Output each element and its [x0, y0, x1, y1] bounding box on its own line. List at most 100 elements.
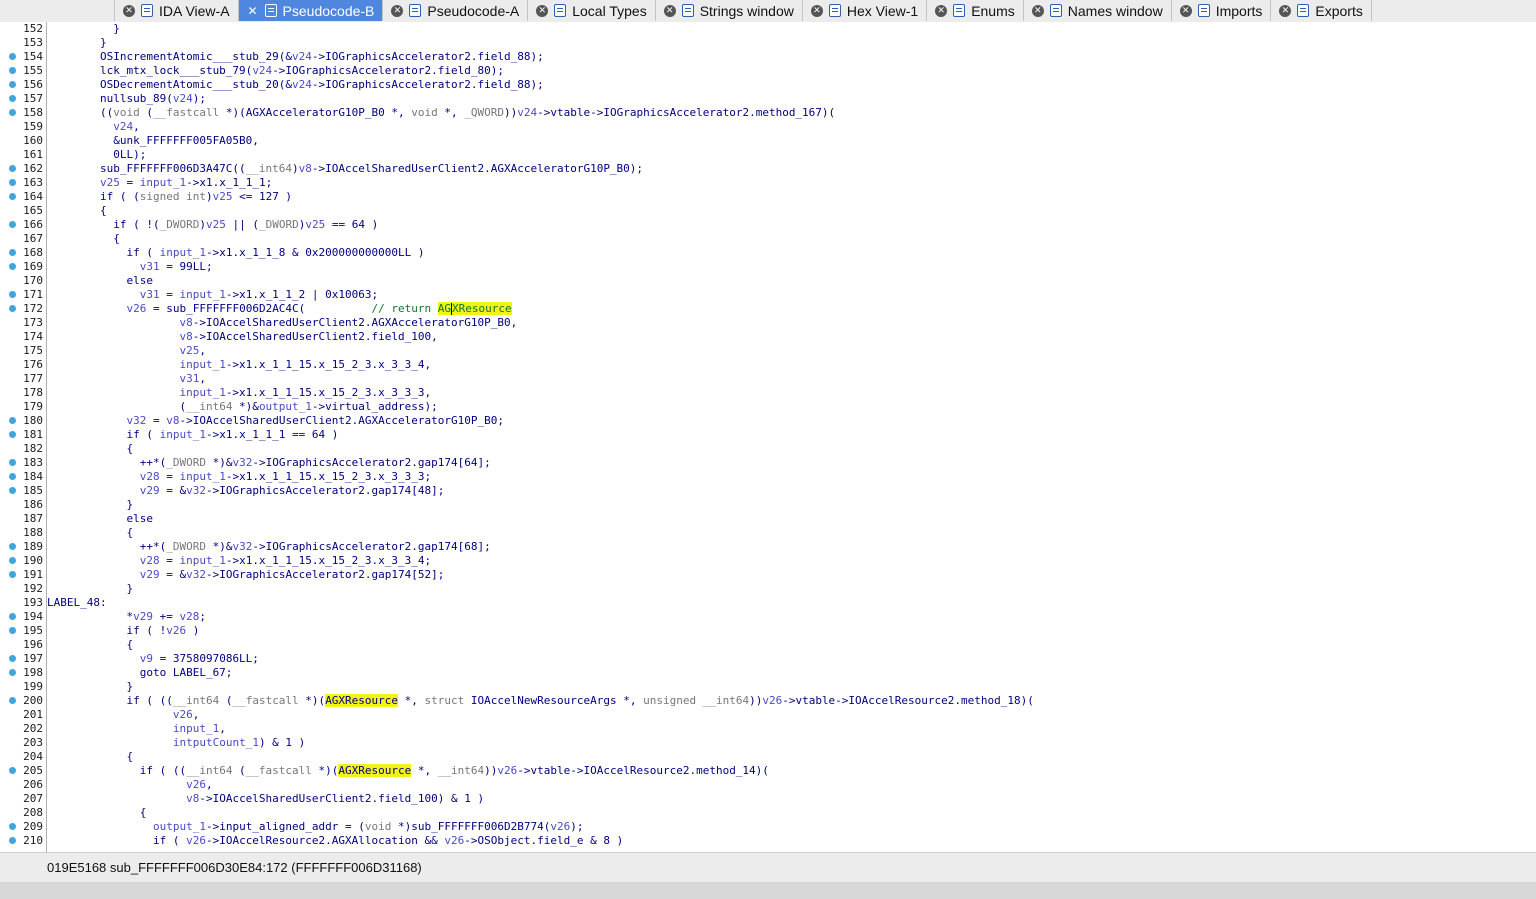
code-text[interactable]: output_1->input_aligned_addr = (void *)s…: [47, 820, 584, 834]
tab-names-window[interactable]: ✕ Names window: [1022, 0, 1171, 21]
code-line[interactable]: 198 goto LABEL_67;: [0, 666, 1536, 680]
code-text[interactable]: OSDecrementAtomic___stub_20(&v24->IOGrap…: [47, 78, 544, 92]
code-text[interactable]: 0LL);: [47, 148, 146, 162]
code-text[interactable]: {: [47, 204, 107, 218]
code-text[interactable]: if ( !v26 ): [47, 624, 199, 638]
code-text[interactable]: v8->IOAccelSharedUserClient2.AGXAccelera…: [47, 316, 517, 330]
code-text[interactable]: ++*(_DWORD *)&v32->IOGraphicsAccelerator…: [47, 456, 491, 470]
code-text[interactable]: v31 = input_1->x1.x_1_1_2 | 0x10063;: [47, 288, 378, 302]
code-text[interactable]: v32 = v8->IOAccelSharedUserClient2.AGXAc…: [47, 414, 504, 428]
code-text[interactable]: if ( v26->IOAccelResource2.AGXAllocation…: [47, 834, 623, 848]
code-line[interactable]: 204 {: [0, 750, 1536, 764]
code-text[interactable]: if ( ((__int64 (__fastcall *)(AGXResourc…: [47, 764, 769, 778]
tab-pseudocode-b[interactable]: ✕ Pseudocode-B: [237, 0, 383, 21]
close-icon[interactable]: ✕: [1179, 4, 1192, 17]
code-text[interactable]: sub_FFFFFFF006D3A47C((__int64)v8->IOAcce…: [47, 162, 643, 176]
code-text[interactable]: v28 = input_1->x1.x_1_1_15.x_15_2_3.x_3_…: [47, 470, 431, 484]
code-line[interactable]: 196 {: [0, 638, 1536, 652]
code-text[interactable]: }: [47, 22, 120, 36]
code-line[interactable]: 200 if ( ((__int64 (__fastcall *)(AGXRes…: [0, 694, 1536, 708]
code-line[interactable]: 202 input_1,: [0, 722, 1536, 736]
close-icon[interactable]: ✕: [123, 4, 135, 17]
code-line[interactable]: 176 input_1->x1.x_1_1_15.x_15_2_3.x_3_3_…: [0, 358, 1536, 372]
code-text[interactable]: {: [47, 442, 133, 456]
code-text[interactable]: (__int64 *)&output_1->virtual_address);: [47, 400, 437, 414]
code-text[interactable]: v28 = input_1->x1.x_1_1_15.x_15_2_3.x_3_…: [47, 554, 431, 568]
code-text[interactable]: ++*(_DWORD *)&v32->IOGraphicsAccelerator…: [47, 540, 491, 554]
code-text[interactable]: goto LABEL_67;: [47, 666, 233, 680]
tab-local-types[interactable]: ✕ Local Types: [527, 0, 655, 21]
code-line[interactable]: 157 nullsub_89(v24);: [0, 92, 1536, 106]
code-line[interactable]: 163 v25 = input_1->x1.x_1_1_1;: [0, 176, 1536, 190]
code-line[interactable]: 160 &unk_FFFFFFF005FA05B0,: [0, 134, 1536, 148]
code-line[interactable]: 177 v31,: [0, 372, 1536, 386]
code-text[interactable]: v25 = input_1->x1.x_1_1_1;: [47, 176, 272, 190]
code-line[interactable]: 195 if ( !v26 ): [0, 624, 1536, 638]
code-line[interactable]: 193 LABEL_48:: [0, 596, 1536, 610]
code-text[interactable]: v26 = sub_FFFFFFF006D2AC4C( // return AG…: [47, 302, 512, 316]
code-line[interactable]: 188 {: [0, 526, 1536, 540]
code-line[interactable]: 207 v8->IOAccelSharedUserClient2.field_1…: [0, 792, 1536, 806]
code-text[interactable]: v26,: [47, 708, 200, 722]
code-text[interactable]: v9 = 3758097086LL;: [47, 652, 259, 666]
code-line[interactable]: 166 if ( !(_DWORD)v25 || (_DWORD)v25 == …: [0, 218, 1536, 232]
close-icon[interactable]: ✕: [536, 4, 549, 17]
code-line[interactable]: 209 output_1->input_aligned_addr = (void…: [0, 820, 1536, 834]
close-icon[interactable]: ✕: [1031, 4, 1044, 17]
code-line[interactable]: 208 {: [0, 806, 1536, 820]
code-line[interactable]: 171 v31 = input_1->x1.x_1_1_2 | 0x10063;: [0, 288, 1536, 302]
code-line[interactable]: 167 {: [0, 232, 1536, 246]
code-text[interactable]: }: [47, 36, 107, 50]
code-line[interactable]: 182 {: [0, 442, 1536, 456]
code-line[interactable]: 153 }: [0, 36, 1536, 50]
code-text[interactable]: {: [47, 638, 133, 652]
close-icon[interactable]: ✕: [1279, 4, 1292, 17]
code-text[interactable]: v31,: [47, 372, 206, 386]
code-line[interactable]: 169 v31 = 99LL;: [0, 260, 1536, 274]
tab-hex-view-1[interactable]: ✕ Hex View-1: [801, 0, 927, 21]
tab-strings-window[interactable]: ✕ Strings window: [654, 0, 802, 21]
tab-enums[interactable]: ✕ Enums: [926, 0, 1023, 21]
close-icon[interactable]: ✕: [810, 4, 823, 17]
tab-exports[interactable]: ✕ Exports: [1270, 0, 1372, 21]
code-text[interactable]: OSIncrementAtomic___stub_29(&v24->IOGrap…: [47, 50, 544, 64]
code-line[interactable]: 205 if ( ((__int64 (__fastcall *)(AGXRes…: [0, 764, 1536, 778]
code-line[interactable]: 194 *v29 += v28;: [0, 610, 1536, 624]
code-line[interactable]: 199 }: [0, 680, 1536, 694]
code-line[interactable]: 187 else: [0, 512, 1536, 526]
code-text[interactable]: intputCount_1) & 1 ): [47, 736, 305, 750]
code-text[interactable]: {: [47, 750, 133, 764]
close-icon[interactable]: ✕: [247, 5, 259, 17]
code-line[interactable]: 173 v8->IOAccelSharedUserClient2.AGXAcce…: [0, 316, 1536, 330]
code-text[interactable]: input_1->x1.x_1_1_15.x_15_2_3.x_3_3_3,: [47, 386, 431, 400]
code-text[interactable]: v8->IOAccelSharedUserClient2.field_100,: [47, 330, 437, 344]
code-text[interactable]: *v29 += v28;: [47, 610, 206, 624]
code-line[interactable]: 181 if ( input_1->x1.x_1_1_1 == 64 ): [0, 428, 1536, 442]
tab-ida-view-a[interactable]: ✕ IDA View-A: [114, 0, 238, 21]
code-text[interactable]: v29 = &v32->IOGraphicsAccelerator2.gap17…: [47, 568, 445, 582]
code-line[interactable]: 159 v24,: [0, 120, 1536, 134]
code-text[interactable]: ((void (__fastcall *)(AGXAcceleratorG10P…: [47, 106, 835, 120]
code-text[interactable]: if ( input_1->x1.x_1_1_1 == 64 ): [47, 428, 338, 442]
code-text[interactable]: if ( input_1->x1.x_1_1_8 & 0x20000000000…: [47, 246, 424, 260]
code-line[interactable]: 172 v26 = sub_FFFFFFF006D2AC4C( // retur…: [0, 302, 1536, 316]
code-text[interactable]: lck_mtx_lock___stub_79(v24->IOGraphicsAc…: [47, 64, 504, 78]
code-line[interactable]: 174 v8->IOAccelSharedUserClient2.field_1…: [0, 330, 1536, 344]
code-text[interactable]: {: [47, 526, 133, 540]
code-line[interactable]: 192 }: [0, 582, 1536, 596]
code-text[interactable]: if ( (signed int)v25 <= 127 ): [47, 190, 292, 204]
code-line[interactable]: 203 intputCount_1) & 1 ): [0, 736, 1536, 750]
code-text[interactable]: if ( ((__int64 (__fastcall *)(AGXResourc…: [47, 694, 1034, 708]
code-text[interactable]: LABEL_48:: [47, 596, 107, 610]
code-text[interactable]: v24,: [47, 120, 140, 134]
code-text[interactable]: else: [47, 274, 153, 288]
code-text[interactable]: {: [47, 232, 120, 246]
code-text[interactable]: v26,: [47, 778, 213, 792]
code-text[interactable]: nullsub_89(v24);: [47, 92, 206, 106]
bottom-scroll-strip[interactable]: [0, 882, 1536, 899]
code-line[interactable]: 158 ((void (__fastcall *)(AGXAccelerator…: [0, 106, 1536, 120]
code-line[interactable]: 179 (__int64 *)&output_1->virtual_addres…: [0, 400, 1536, 414]
close-icon[interactable]: ✕: [935, 4, 948, 17]
close-icon[interactable]: ✕: [663, 4, 676, 17]
code-line[interactable]: 178 input_1->x1.x_1_1_15.x_15_2_3.x_3_3_…: [0, 386, 1536, 400]
